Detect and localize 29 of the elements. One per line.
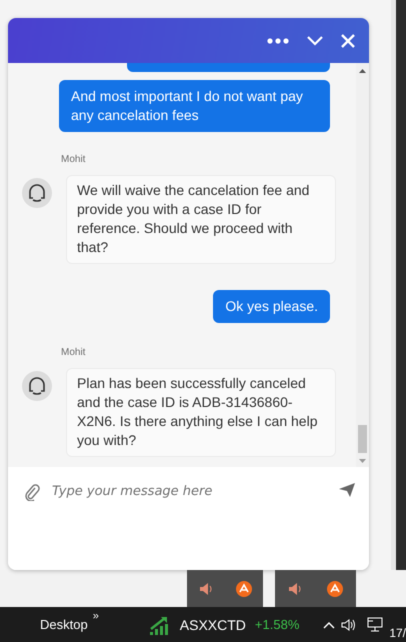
user-message: Ok yes please. <box>213 290 330 323</box>
scroll-up-icon[interactable] <box>359 69 366 73</box>
scroll-thumb[interactable] <box>358 425 367 453</box>
chevron-down-icon[interactable] <box>307 36 323 46</box>
clock-text: 17/ <box>389 626 406 640</box>
ticker-symbol: ASXXCTD <box>180 616 246 632</box>
speaker-icon[interactable] <box>341 618 358 632</box>
author-name: Mohit <box>61 154 86 165</box>
app-icon[interactable] <box>236 580 252 596</box>
paperclip-icon[interactable] <box>24 483 40 501</box>
send-icon[interactable] <box>339 483 355 497</box>
desktop-button[interactable]: Desktop <box>40 617 88 632</box>
more-icon[interactable] <box>267 38 289 44</box>
toolbar-chevron[interactable]: » <box>92 610 99 622</box>
headset-avatar-icon <box>22 371 52 401</box>
message-input[interactable]: Type your message here <box>50 483 329 500</box>
caret-up-icon[interactable] <box>323 620 336 628</box>
window-preview[interactable] <box>187 570 263 607</box>
close-icon[interactable] <box>341 34 355 48</box>
agent-message: Plan has been successfully canceled and the case ID is ADB-31436860-X2N6. Is there anything else I can help you with? <box>66 368 336 457</box>
network-icon[interactable] <box>367 616 384 632</box>
ticker-change: +1.58% <box>254 617 300 632</box>
headset-avatar-icon <box>22 178 52 208</box>
window-preview[interactable] <box>275 570 356 607</box>
app-icon[interactable] <box>327 580 344 596</box>
author-name: Mohit <box>61 347 86 358</box>
user-message: And most important I do not want pay any cancelation fees <box>59 80 330 132</box>
agent-message: We will waive the cancelation fee and provide you with a case ID for reference. Should we proceed with that? <box>66 175 336 264</box>
scrollbar[interactable] <box>356 63 369 467</box>
